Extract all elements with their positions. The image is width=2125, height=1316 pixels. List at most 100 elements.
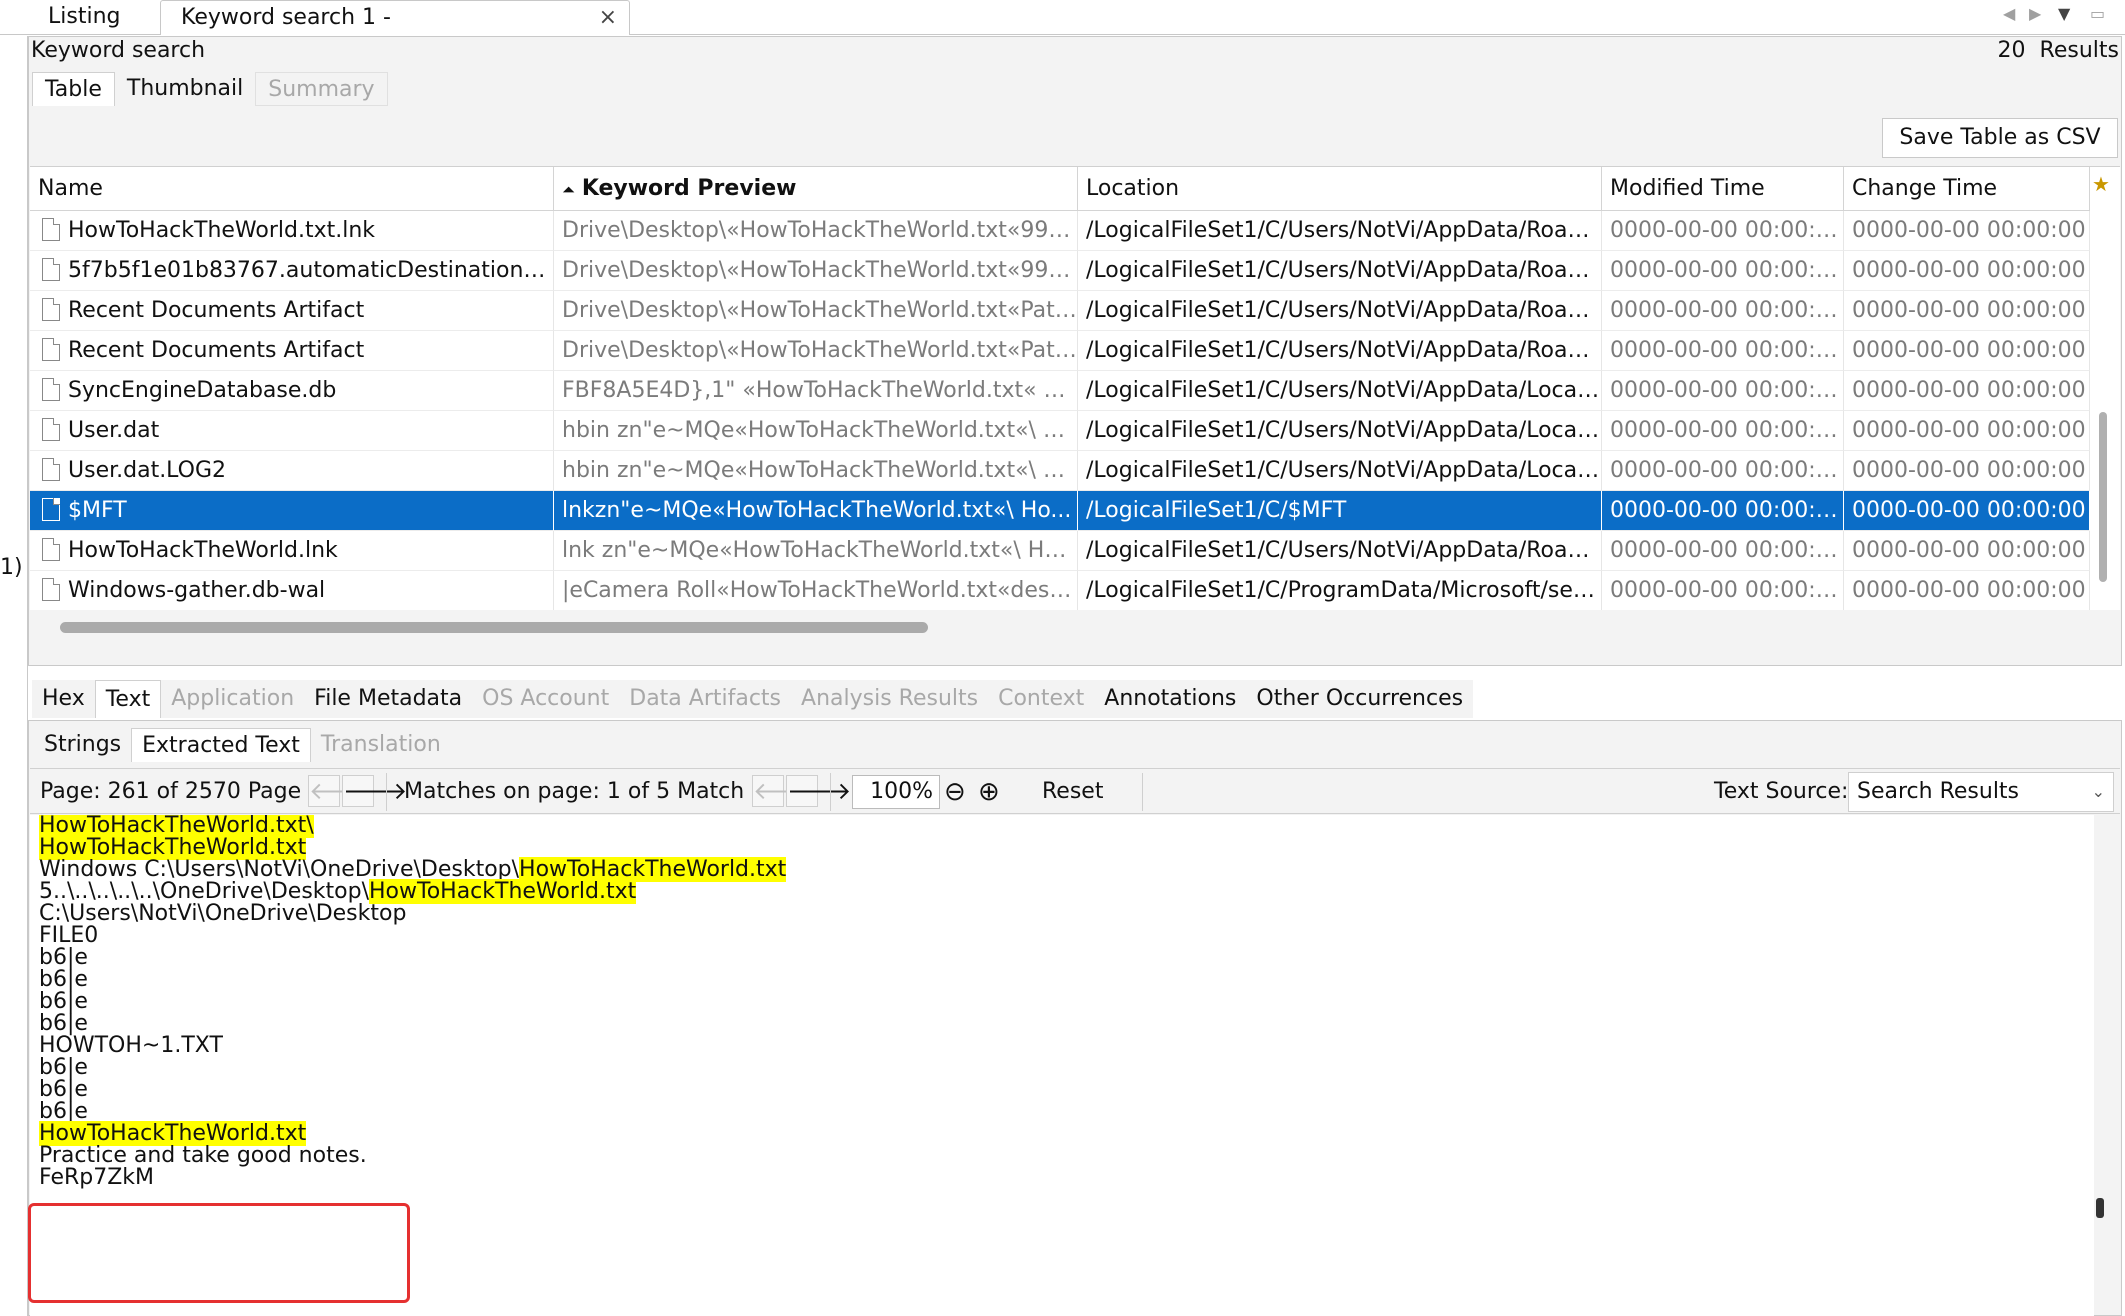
column-header-change-label: Change Time [1852, 176, 1998, 201]
tab-listing[interactable]: Listing [28, 0, 140, 35]
table-row[interactable]: SyncEngineDatabase.db FBF8A5E4D},1" «HowT… [30, 371, 2090, 411]
table-horizontal-scrollbar[interactable] [60, 622, 928, 633]
text-source-label: Text Source: [1714, 779, 1849, 804]
table-row[interactable]: Recent Documents Artifact Drive\Desktop\«… [30, 291, 2090, 331]
tab-analysis-results[interactable]: Analysis Results [791, 680, 989, 718]
text-source-select[interactable]: Search Results ⌄ [1848, 772, 2114, 812]
cell-preview: hbin zn"e~MQe«HowToHackTheWorld.txt«\ H.… [554, 411, 1078, 451]
cell-text: 0000-00-00 00:00:00 [1610, 498, 1844, 523]
tab-keyword-search[interactable]: Keyword search 1 - HowToHackTheWo... × [160, 0, 630, 60]
tab-os-account[interactable]: OS Account [472, 680, 620, 718]
column-chooser-icon[interactable]: ★ [2092, 172, 2116, 200]
text-toolbar: Page: 261 of 2570 Page 🡐 🡒 Matches on pa… [30, 768, 2120, 814]
tab-text[interactable]: Text [94, 680, 162, 718]
cell-changed: 0000-00-00 00:00:00 [1844, 251, 2090, 291]
cell-text: /LogicalFileSet1/C/Users/NotVi/AppData/R… [1086, 258, 1602, 283]
sort-ascending-icon: ⏶ [562, 180, 575, 199]
cell-text: User.dat.LOG2 [68, 458, 227, 483]
next-match-button[interactable]: 🡒 [786, 775, 851, 807]
cell-changed: 0000-00-00 00:00:00 [1844, 531, 2090, 571]
scroll-right-icon[interactable]: ▶ [2029, 4, 2041, 23]
table-row[interactable]: User.dat hbin zn"e~MQe«HowToHackTheWorld.… [30, 411, 2090, 451]
results-count: 20 Results [1998, 38, 2119, 63]
file-icon [42, 577, 60, 601]
tab-translation[interactable]: Translation [310, 728, 451, 762]
left-panel-edge [0, 36, 28, 1316]
cell-text: /LogicalFileSet1/C/Users/NotVi/AppData/L… [1086, 458, 1602, 483]
tab-table[interactable]: Table [32, 72, 115, 106]
results-table: Name ⏶ Keyword Preview Location Modified… [30, 166, 2120, 610]
zoom-level-field[interactable]: 100% [852, 775, 940, 809]
cell-location: /LogicalFileSet1/C/Users/NotVi/AppData/R… [1078, 331, 1602, 371]
close-icon[interactable]: × [599, 3, 617, 33]
table-row[interactable]: HowToHackTheWorld.lnk lnk zn"e~MQe«HowToH… [30, 531, 2090, 571]
cell-text: Drive\Desktop\«HowToHackTheWorld.txt«Pat… [562, 338, 1078, 363]
cell-name: Recent Documents Artifact [30, 291, 554, 331]
cell-text: 0000-00-00 00:00:00 [1610, 258, 1844, 283]
column-header-keyword-preview[interactable]: ⏶ Keyword Preview [554, 167, 1078, 211]
column-header-location[interactable]: Location [1078, 167, 1602, 211]
cell-preview: lnk zn"e~MQe«HowToHackTheWorld.txt«\ Ho.… [554, 531, 1078, 571]
cell-text: 0000-00-00 00:00:00 [1610, 538, 1844, 563]
cell-name: HowToHackTheWorld.lnk [30, 531, 554, 571]
table-row[interactable]: $MFT lnkzn"e~MQe«HowToHackTheWorld.txt«\ … [30, 491, 2090, 531]
tab-context[interactable]: Context [988, 680, 1095, 718]
cell-modified: 0000-00-00 00:00:00 [1602, 411, 1844, 451]
save-csv-button[interactable]: Save Table as CSV [1882, 118, 2118, 158]
match-indicator: Matches on page: 1 of 5 Match [404, 769, 744, 815]
tab-strings[interactable]: Strings [34, 728, 132, 762]
cell-preview: FBF8A5E4D},1" «HowToHackTheWorld.txt« 82… [554, 371, 1078, 411]
restore-icon[interactable]: ▭ [2090, 4, 2105, 23]
tab-menu-icon[interactable]: ▼ [2058, 4, 2070, 23]
table-row[interactable]: User.dat.LOG2 hbin zn"e~MQe«HowToHackTheW… [30, 451, 2090, 491]
cell-text: 0000-00-00 00:00:00 [1852, 498, 2086, 523]
tab-other-occurrences[interactable]: Other Occurrences [1246, 680, 1474, 718]
tab-hex[interactable]: Hex [32, 680, 95, 718]
cell-text: FBF8A5E4D},1" «HowToHackTheWorld.txt« 82… [562, 378, 1078, 403]
cell-text: 0000-00-00 00:00:00 [1852, 418, 2086, 443]
cell-modified: 0000-00-00 00:00:00 [1602, 291, 1844, 331]
cell-changed: 0000-00-00 00:00:00 [1844, 291, 2090, 331]
file-icon [42, 457, 60, 481]
page-label: Page: [40, 779, 101, 804]
next-page-button[interactable]: 🡒 [342, 775, 407, 807]
text-vertical-scrollbar[interactable] [2096, 1198, 2104, 1218]
table-vertical-scrollbar[interactable] [2099, 412, 2107, 582]
zoom-in-icon[interactable]: ⊕ [978, 769, 1000, 815]
cell-text: /LogicalFileSet1/C/Users/NotVi/AppData/R… [1086, 338, 1602, 363]
cell-name: SyncEngineDatabase.db [30, 371, 554, 411]
column-header-change-time[interactable]: Change Time [1844, 167, 2090, 211]
zoom-out-icon[interactable]: ⊖ [944, 769, 966, 815]
table-row[interactable]: Windows-gather.db-wal |eCamera Roll«HowTo… [30, 571, 2090, 610]
cell-preview: Drive\Desktop\«HowToHackTheWorld.txt«Pat… [554, 291, 1078, 331]
cell-location: /LogicalFileSet1/C/Users/NotVi/AppData/L… [1078, 411, 1602, 451]
table-row[interactable]: Recent Documents Artifact Drive\Desktop\«… [30, 331, 2090, 371]
cell-text: User.dat [68, 418, 160, 443]
cell-location: /LogicalFileSet1/C/Users/NotVi/AppData/R… [1078, 531, 1602, 571]
table-row[interactable]: HowToHackTheWorld.txt.lnk Drive\Desktop\«… [30, 211, 2090, 251]
tab-extracted-text[interactable]: Extracted Text [131, 728, 311, 762]
text-source-value: Search Results [1857, 779, 2020, 804]
previous-page-button[interactable]: 🡐 [308, 775, 373, 807]
scroll-left-icon[interactable]: ◀ [2003, 4, 2015, 23]
cell-text: 5f7b5f1e01b83767.automaticDestinations-m… [68, 258, 554, 283]
cell-name: 5f7b5f1e01b83767.automaticDestinations-m… [30, 251, 554, 291]
previous-match-button[interactable]: 🡐 [752, 775, 817, 807]
cell-text: 0000-00-00 00:00:00 [1610, 458, 1844, 483]
tab-annotations[interactable]: Annotations [1094, 680, 1247, 718]
cell-name: Recent Documents Artifact [30, 331, 554, 371]
cell-text: 0000-00-00 00:00:00 [1610, 578, 1844, 603]
annotation-highlight-box [28, 1203, 410, 1303]
tab-file-metadata[interactable]: File Metadata [304, 680, 473, 718]
tab-summary[interactable]: Summary [255, 72, 388, 106]
tab-data-artifacts[interactable]: Data Artifacts [619, 680, 792, 718]
panel-title: Keyword search [31, 38, 206, 63]
column-header-name[interactable]: Name [30, 167, 554, 211]
reset-zoom-button[interactable]: Reset [1042, 769, 1103, 815]
tab-thumbnail[interactable]: Thumbnail [115, 72, 255, 106]
tab-application[interactable]: Application [161, 680, 305, 718]
text-viewer-tabs: Strings Extracted Text Translation [34, 728, 451, 764]
table-row[interactable]: 5f7b5f1e01b83767.automaticDestinations-m… [30, 251, 2090, 291]
file-icon [42, 497, 60, 521]
column-header-modified-time[interactable]: Modified Time [1602, 167, 1844, 211]
